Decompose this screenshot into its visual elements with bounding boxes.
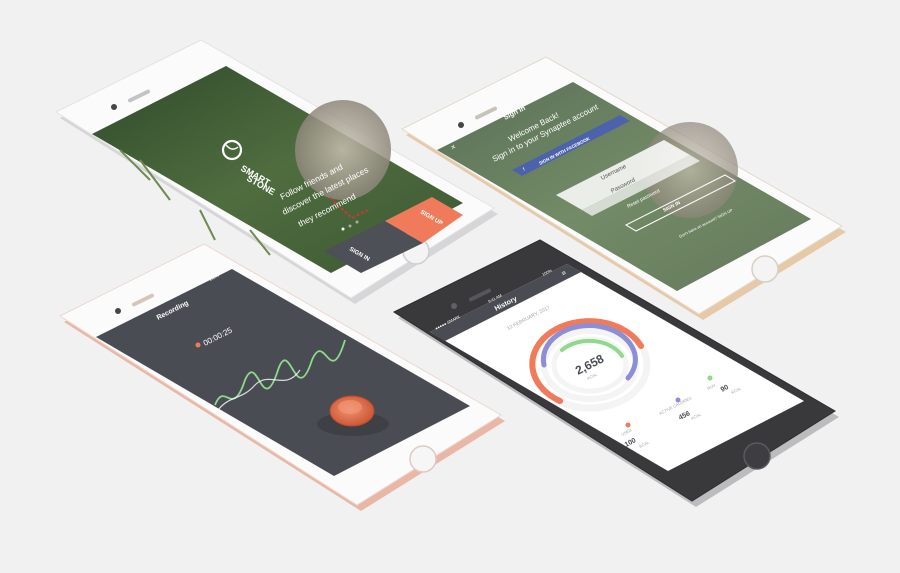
phone-recording: Recording ‹ 00:00:25 ●●●●● SMARK 100% <box>58 243 505 511</box>
home-button[interactable] <box>751 255 779 283</box>
camera-icon <box>115 308 121 314</box>
camera-icon <box>451 303 457 309</box>
phone-onboarding: SMART STONE Follow friends and discover … <box>54 39 498 304</box>
camera-icon <box>458 122 464 128</box>
home-button[interactable] <box>743 442 771 470</box>
home-button[interactable] <box>409 445 437 473</box>
stat-dot-icon <box>707 375 713 381</box>
camera-icon <box>111 104 117 110</box>
scene: SMART STONE Follow friends and discover … <box>54 39 846 511</box>
recording-dot-icon <box>195 342 201 348</box>
